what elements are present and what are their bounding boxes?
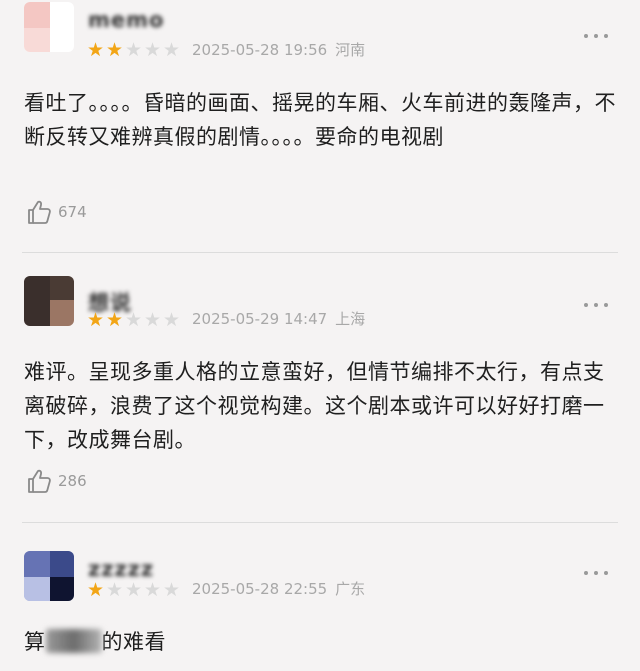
- star-empty-icon: ★: [124, 309, 143, 331]
- review-meta: 2025-05-28 22:55 广东: [192, 582, 365, 597]
- review-text: 算 的难看: [24, 625, 620, 659]
- like-count: 674: [58, 203, 87, 221]
- star-empty-icon: ★: [105, 579, 124, 601]
- star-filled-icon: ★: [105, 39, 124, 61]
- star-empty-icon: ★: [124, 39, 143, 61]
- review-meta: 2025-05-28 19:56 河南: [192, 43, 365, 58]
- thumbs-up-icon: [28, 469, 51, 493]
- like-count: 286: [58, 472, 87, 490]
- review-item: zzzzz ★ ★ ★ ★ ★ 2025-05-28 22:55 广东 算的难看: [0, 523, 640, 671]
- star-filled-icon: ★: [86, 579, 105, 601]
- star-empty-icon: ★: [162, 579, 181, 601]
- more-dots-icon[interactable]: [584, 569, 610, 577]
- username[interactable]: memo: [88, 8, 164, 32]
- review-location: 上海: [335, 310, 366, 328]
- more-dots-icon[interactable]: [584, 32, 610, 40]
- avatar[interactable]: [24, 276, 74, 326]
- star-filled-icon: ★: [86, 309, 105, 331]
- review-item: 想说 ★ ★ ★ ★ ★ 2025-05-29 14:47 上海 难评。呈现多重人格的立意…: [0, 253, 640, 522]
- more-dots-icon[interactable]: [584, 301, 610, 309]
- avatar[interactable]: [24, 551, 74, 601]
- rating-stars: ★ ★ ★ ★ ★: [86, 311, 181, 330]
- review-text: 看吐了。。。。昏暗的画面、摇晃的车厢、火车前进的轰隆声，不断反转又难辨真假的剧情…: [24, 91, 616, 149]
- rating-stars: ★ ★ ★ ★ ★: [86, 41, 181, 60]
- review-item: memo ★ ★ ★ ★ ★ 2025-05-28 19:56 河南 看吐了。。。。昏暗的…: [0, 0, 640, 252]
- review-text: 难评。呈现多重人格的立意蛮好，但情节编排不太行，有点支离破碎，浪费了这个视觉构建…: [24, 360, 605, 452]
- thumbs-up-icon: [28, 200, 51, 224]
- star-empty-icon: ★: [143, 39, 162, 61]
- review-date: 2025-05-28 19:56: [192, 41, 328, 59]
- review-text-start: 算: [24, 630, 46, 654]
- review-text-end: 的难看: [101, 630, 166, 654]
- star-filled-icon: ★: [86, 39, 105, 61]
- avatar[interactable]: [24, 2, 74, 52]
- review-date: 2025-05-28 22:55: [192, 580, 328, 598]
- star-empty-icon: ★: [143, 309, 162, 331]
- review-location: 广东: [335, 580, 366, 598]
- like-button[interactable]: 286: [26, 467, 87, 495]
- review-meta: 2025-05-29 14:47 上海: [192, 312, 365, 327]
- star-filled-icon: ★: [105, 309, 124, 331]
- username[interactable]: zzzzz: [88, 557, 154, 581]
- rating-stars: ★ ★ ★ ★ ★: [86, 581, 181, 600]
- like-button[interactable]: 674: [26, 198, 87, 226]
- star-empty-icon: ★: [162, 309, 181, 331]
- star-empty-icon: ★: [124, 579, 143, 601]
- star-empty-icon: ★: [143, 579, 162, 601]
- star-empty-icon: ★: [162, 39, 181, 61]
- review-date: 2025-05-29 14:47: [192, 310, 328, 328]
- blurred-word: [45, 629, 102, 653]
- review-location: 河南: [335, 41, 366, 59]
